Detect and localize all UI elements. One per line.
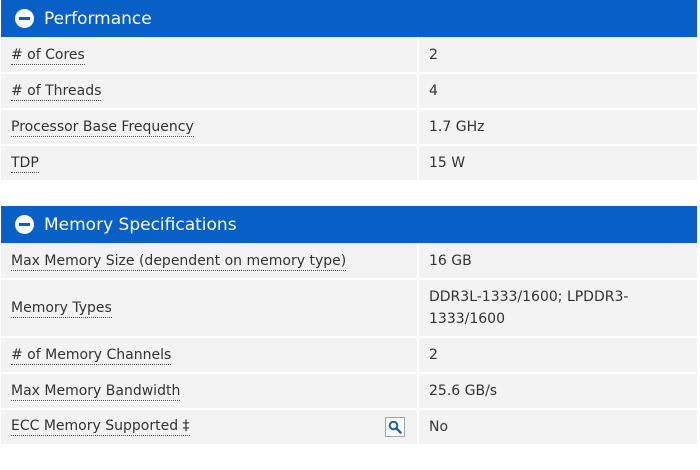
memory-section: Memory Specifications Max Memory Size (d… — [1, 206, 697, 446]
spec-label[interactable]: # of Threads — [11, 83, 102, 101]
section-title: Performance — [44, 8, 152, 29]
collapse-icon[interactable] — [15, 215, 34, 234]
table-row: # of Threads 4 — [1, 73, 697, 110]
memory-header[interactable]: Memory Specifications — [1, 206, 697, 243]
performance-section: Performance # of Cores 2 # of Threads 4 … — [1, 0, 697, 182]
spec-value: 25.6 GB/s — [418, 373, 697, 410]
collapse-icon[interactable] — [15, 9, 34, 28]
table-row: # of Memory Channels 2 — [1, 337, 697, 374]
spec-value: No — [418, 409, 697, 446]
spec-value: 4 — [418, 73, 697, 110]
spec-label[interactable]: # of Cores — [11, 46, 85, 65]
table-row: ECC Memory Supported ‡ No — [1, 409, 697, 446]
spec-value: 16 GB — [418, 243, 697, 280]
table-row: Processor Base Frequency 1.7 GHz — [1, 109, 697, 146]
label-with-action: ECC Memory Supported ‡ — [11, 417, 407, 437]
spec-label[interactable]: Memory Types — [11, 300, 112, 318]
memory-table: Max Memory Size (dependent on memory typ… — [1, 243, 697, 446]
spec-label[interactable]: Processor Base Frequency — [11, 119, 194, 137]
spec-value: 2 — [418, 37, 697, 74]
table-row: TDP 15 W — [1, 145, 697, 182]
performance-header[interactable]: Performance — [1, 0, 697, 37]
spec-page: Performance # of Cores 2 # of Threads 4 … — [0, 0, 700, 470]
spec-label[interactable]: TDP — [11, 155, 39, 173]
magnifier-icon — [388, 420, 402, 434]
spec-label[interactable]: # of Memory Channels — [11, 347, 172, 365]
table-row: Max Memory Bandwidth 25.6 GB/s — [1, 373, 697, 410]
section-title: Memory Specifications — [44, 214, 237, 235]
table-row: # of Cores 2 — [1, 37, 697, 74]
spec-label[interactable]: Max Memory Size (dependent on memory typ… — [11, 252, 347, 271]
table-row: Memory Types DDR3L-1333/1600; LPDDR3-133… — [1, 279, 697, 338]
spec-value: 2 — [418, 337, 697, 374]
table-row: Max Memory Size (dependent on memory typ… — [1, 243, 697, 280]
performance-table: # of Cores 2 # of Threads 4 Processor Ba… — [1, 37, 697, 182]
spec-value: 15 W — [418, 145, 697, 182]
spec-value: 1.7 GHz — [418, 109, 697, 146]
spec-label[interactable]: ECC Memory Supported ‡ — [11, 418, 190, 436]
search-icon[interactable] — [385, 417, 405, 437]
spec-label[interactable]: Max Memory Bandwidth — [11, 383, 181, 401]
spec-value: DDR3L-1333/1600; LPDDR3-1333/1600 — [418, 279, 697, 338]
